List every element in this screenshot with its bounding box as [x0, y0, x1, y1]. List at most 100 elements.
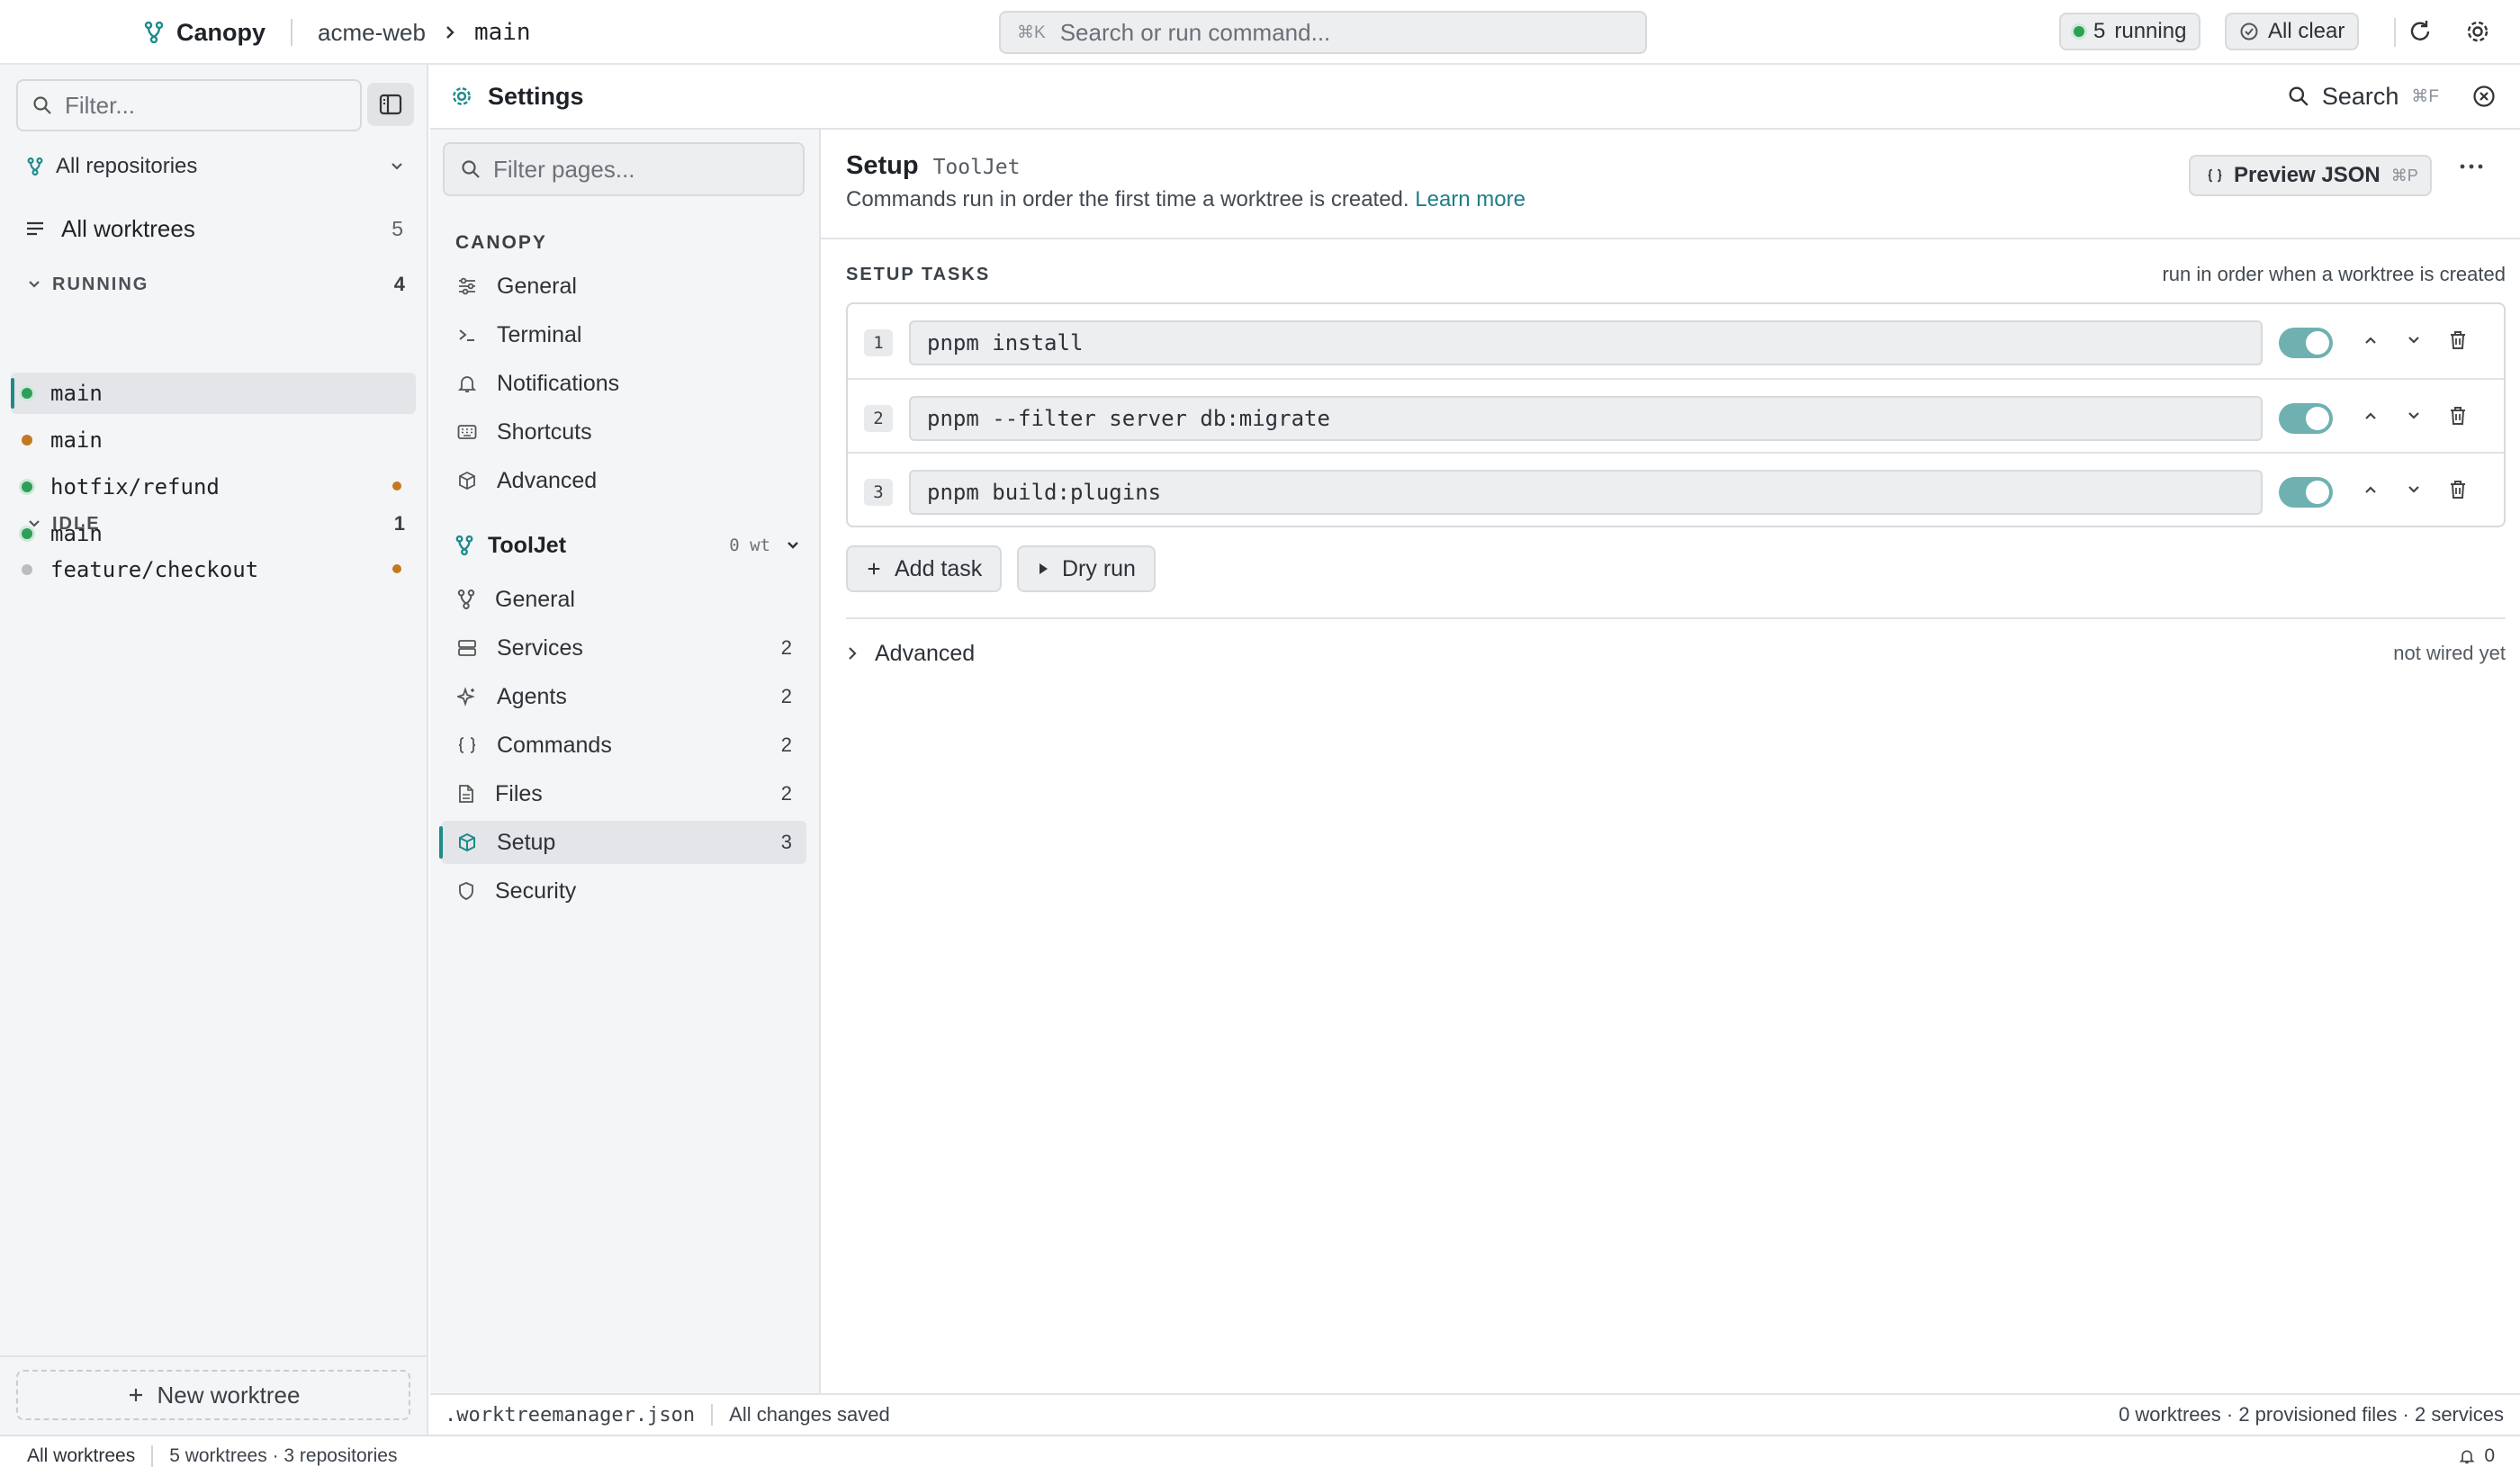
nav-repo-worktree-count: 0 wt [729, 536, 770, 555]
task-number: 3 [864, 479, 893, 506]
nav-item-notifications[interactable]: Notifications [441, 362, 806, 405]
add-task-button[interactable]: Add task [846, 545, 1003, 592]
worktree-item[interactable]: main [11, 419, 416, 461]
nav-item-shortcuts[interactable]: Shortcuts [441, 410, 806, 454]
task-enabled-toggle[interactable] [2279, 403, 2333, 434]
advanced-section-toggle[interactable]: Advanced not wired yet [846, 634, 2506, 673]
gear-icon[interactable] [2464, 18, 2491, 45]
page-filter[interactable] [443, 142, 805, 196]
chevron-down-icon [27, 518, 41, 529]
chevron-down-icon[interactable] [2405, 407, 2423, 425]
cube-icon [457, 471, 477, 490]
nav-item-advanced[interactable]: Advanced [441, 459, 806, 502]
task-command-input[interactable] [909, 396, 2263, 441]
advanced-note: not wired yet [2393, 642, 2506, 664]
running-status-button[interactable]: 5 running [2059, 13, 2201, 50]
nav-item-commands[interactable]: Commands 2 [441, 724, 806, 767]
page-description: Commands run in order the first time a w… [846, 187, 1526, 212]
more-options-icon[interactable] [2459, 162, 2484, 171]
breadcrumb-repo[interactable]: acme-web [318, 19, 426, 47]
notifications-button[interactable]: 0 [2459, 1445, 2495, 1467]
chevron-down-icon [27, 279, 41, 290]
chevron-right-icon [846, 645, 859, 662]
nav-item-agents[interactable]: Agents 2 [441, 675, 806, 718]
all-clear-button[interactable]: All clear [2225, 13, 2360, 50]
nav-item-general[interactable]: General [441, 265, 806, 308]
chevron-up-icon[interactable] [2362, 407, 2380, 425]
nav-item-count: 2 [780, 636, 792, 659]
git-branch-icon [144, 22, 164, 43]
chevron-down-icon[interactable] [2405, 331, 2423, 349]
toggle-sidebar-button[interactable] [367, 83, 414, 126]
section-divider [846, 617, 2506, 619]
shortcut-hint: ⌘F [2411, 86, 2439, 106]
nav-item-security[interactable]: Security [441, 869, 806, 913]
nav-item-terminal[interactable]: Terminal [441, 313, 806, 356]
plus-icon [866, 561, 882, 577]
worktree-item[interactable]: feature/checkout [11, 549, 416, 590]
new-worktree-button[interactable]: New worktree [16, 1370, 410, 1420]
close-icon[interactable] [2471, 84, 2497, 109]
worktree-sidebar: All repositories All worktrees 5 RUNNING… [0, 65, 428, 1435]
breadcrumb: Canopy acme-web main [144, 0, 531, 65]
group-header-running[interactable]: RUNNING 4 [27, 268, 405, 301]
sliders-icon [457, 277, 477, 295]
setup-tasks-note: run in order when a worktree is created [2162, 263, 2506, 285]
task-enabled-toggle[interactable] [2279, 477, 2333, 508]
nav-item-label: Notifications [497, 370, 620, 396]
app-name: Canopy [176, 18, 266, 46]
dry-run-button[interactable]: Dry run [1017, 545, 1156, 592]
chevron-down-icon[interactable] [2405, 481, 2423, 499]
refresh-icon[interactable] [2407, 18, 2434, 45]
task-row: 1 [848, 304, 2504, 378]
group-header-idle[interactable]: IDLE 1 [27, 508, 405, 540]
command-search-input[interactable] [1059, 18, 1600, 47]
nav-item-count: 2 [780, 685, 792, 707]
all-worktrees-count: 5 [392, 216, 403, 240]
learn-more-link[interactable]: Learn more [1415, 187, 1526, 212]
sidebar-filter-input[interactable] [65, 91, 353, 120]
new-worktree-label: New worktree [157, 1381, 301, 1408]
repository-select-value: All repositories [56, 154, 198, 178]
breadcrumb-branch[interactable]: main [474, 19, 531, 46]
nav-item-setup[interactable]: Setup 3 [439, 821, 806, 864]
worktree-item[interactable]: hotfix/refund [11, 466, 416, 508]
shortcut-hint: ⌘K [1017, 22, 1046, 42]
status-scope[interactable]: All worktrees [27, 1445, 135, 1467]
running-status-dot [2074, 26, 2084, 37]
trash-icon[interactable] [2448, 479, 2468, 500]
command-search[interactable]: ⌘K [999, 11, 1647, 54]
setup-task-list: 1 2 3 [846, 302, 2506, 527]
task-enabled-toggle[interactable] [2279, 328, 2333, 358]
status-bar: All worktrees 5 worktrees · 3 repositori… [0, 1435, 2520, 1476]
nav-repo-header[interactable]: ToolJet 0 wt [455, 527, 806, 563]
all-worktrees-item[interactable]: All worktrees 5 [25, 207, 403, 250]
repository-select[interactable]: All repositories [27, 146, 405, 187]
nav-item-services[interactable]: Services 2 [441, 626, 806, 670]
trash-icon[interactable] [2448, 329, 2468, 351]
chevron-up-icon[interactable] [2362, 331, 2380, 349]
task-number: 1 [864, 329, 893, 356]
preview-json-button[interactable]: Preview JSON ⌘P [2189, 155, 2432, 196]
worktree-item[interactable]: main [11, 373, 416, 414]
search-icon [461, 159, 481, 179]
gear-icon [450, 85, 473, 108]
settings-summary: 0 worktrees · 2 provisioned files · 2 se… [2119, 1403, 2504, 1426]
task-command-input[interactable] [909, 320, 2263, 365]
git-branch-icon [27, 158, 43, 176]
page-filter-input[interactable] [493, 155, 799, 184]
settings-nav: CANOPY General Terminal Notifications Sh… [430, 130, 821, 1393]
breadcrumb-divider [291, 19, 293, 46]
nav-item-label: General [495, 586, 575, 612]
terminal-icon [457, 326, 477, 344]
chevron-up-icon[interactable] [2362, 481, 2380, 499]
trash-icon[interactable] [2448, 405, 2468, 427]
bell-icon [2459, 1447, 2475, 1465]
settings-search-button[interactable]: Search ⌘F [2288, 83, 2439, 111]
sparkle-icon [457, 687, 477, 706]
preview-json-label: Preview JSON [2234, 163, 2380, 187]
sidebar-filter[interactable] [16, 79, 362, 131]
nav-item-files[interactable]: Files 2 [441, 772, 806, 815]
task-command-input[interactable] [909, 470, 2263, 515]
nav-item-repo-general[interactable]: General [441, 578, 806, 621]
